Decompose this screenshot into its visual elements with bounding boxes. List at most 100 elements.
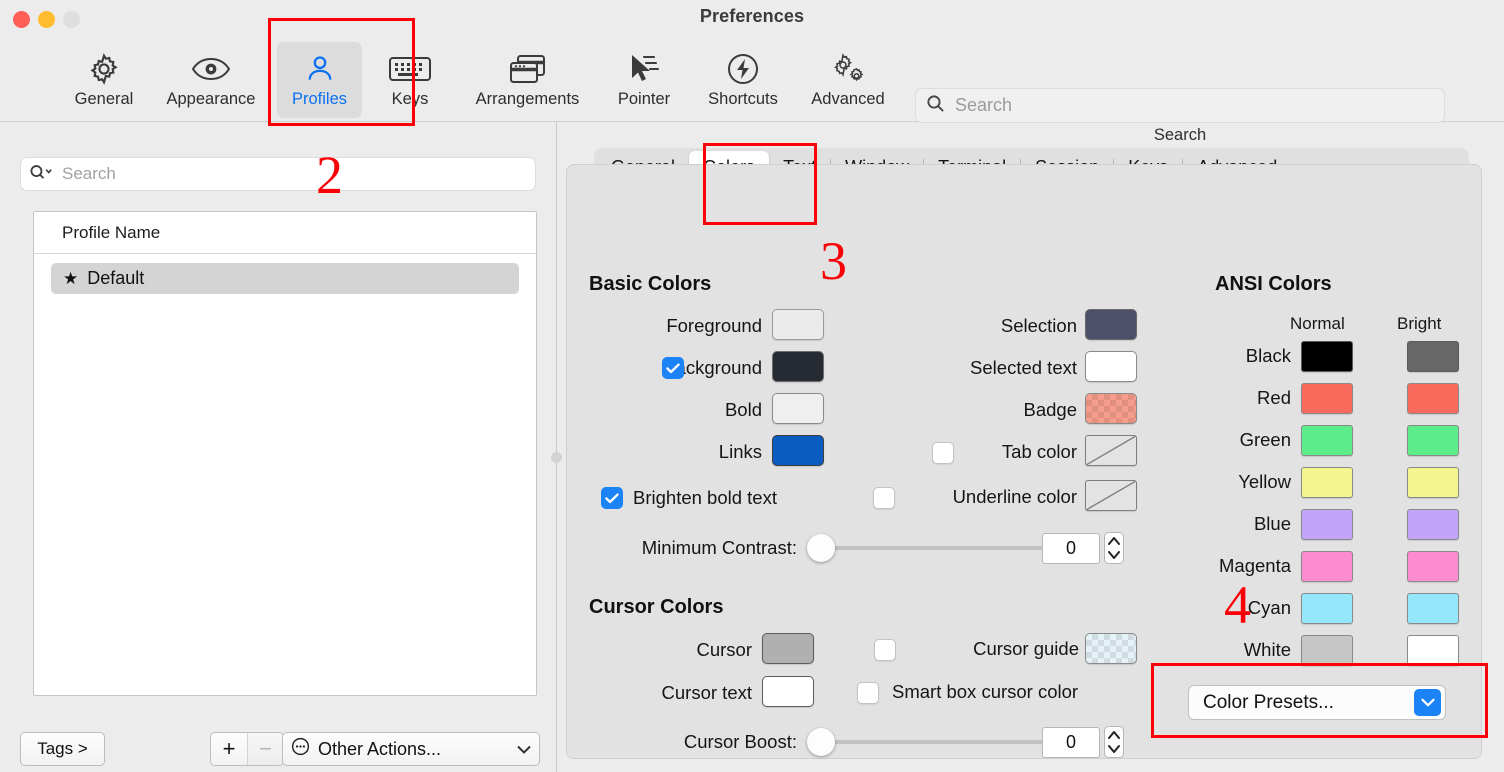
- minimum-contrast-slider-track[interactable]: [812, 546, 1047, 550]
- ellipsis-circle-icon: [291, 737, 310, 761]
- badge-swatch[interactable]: [1085, 393, 1137, 424]
- preferences-window: Preferences General Appearance Profiles …: [0, 0, 1504, 772]
- minimum-contrast-value[interactable]: 0: [1042, 533, 1100, 564]
- search-dropdown-icon[interactable]: [29, 163, 55, 186]
- toolbar-label: General: [74, 90, 134, 108]
- preferences-toolbar: General Appearance Profiles Keys Arrange…: [0, 38, 1504, 144]
- other-actions-label: Other Actions...: [318, 738, 442, 759]
- double-gear-icon: [827, 50, 869, 88]
- toolbar-item-advanced[interactable]: Advanced: [801, 42, 895, 118]
- selected-text-swatch[interactable]: [1085, 351, 1137, 382]
- minimum-contrast-slider-knob[interactable]: [807, 534, 835, 562]
- profile-search-input[interactable]: [62, 164, 512, 184]
- toolbar-item-keys[interactable]: Keys: [366, 42, 454, 118]
- profile-row-default[interactable]: ★ Default: [51, 263, 519, 294]
- ansi-black-normal-swatch[interactable]: [1301, 341, 1353, 372]
- ansi-red-bright-swatch[interactable]: [1407, 383, 1459, 414]
- toolbar-label: Advanced: [811, 90, 885, 108]
- other-actions-dropdown[interactable]: Other Actions...: [282, 732, 540, 766]
- color-presets-label: Color Presets...: [1203, 691, 1334, 713]
- ansi-white-bright-swatch[interactable]: [1407, 635, 1459, 666]
- cursor-guide-swatch[interactable]: [1085, 633, 1137, 664]
- toolbar-label: Pointer: [617, 90, 671, 108]
- underline-color-swatch[interactable]: [1085, 480, 1137, 511]
- foreground-swatch[interactable]: [772, 309, 824, 340]
- toolbar-label: Arrangements: [475, 90, 580, 108]
- ansi-bright-header: Bright: [1397, 314, 1442, 333]
- underline-color-checkbox[interactable]: [873, 487, 895, 509]
- remove-profile-button[interactable]: −: [247, 733, 283, 765]
- colors-panel: Basic Colors Foreground Background Bold …: [566, 164, 1482, 759]
- ansi-row-label-blue: Blue: [1253, 513, 1291, 534]
- ansi-magenta-bright-swatch[interactable]: [1407, 551, 1459, 582]
- ansi-cyan-normal-swatch[interactable]: [1301, 593, 1353, 624]
- cursor-text-swatch[interactable]: [762, 676, 814, 707]
- window-title: Preferences: [699, 6, 805, 26]
- ansi-row-label-cyan: Cyan: [1247, 597, 1291, 618]
- add-remove-segmented: + −: [210, 732, 284, 766]
- toolbar-search-input[interactable]: [955, 95, 1425, 116]
- ansi-blue-normal-swatch[interactable]: [1301, 509, 1353, 540]
- toolbar-item-pointer[interactable]: Pointer: [600, 42, 688, 118]
- bold-checkbox[interactable]: [662, 357, 684, 379]
- selected-text-label: Selected text: [970, 357, 1077, 378]
- cursor-boost-slider-track[interactable]: [812, 740, 1047, 744]
- profiles-sidebar: Profile Name ★ Default Tags > + − Other …: [0, 122, 556, 772]
- ansi-yellow-normal-swatch[interactable]: [1301, 467, 1353, 498]
- cursor-icon: [627, 50, 661, 88]
- ansi-green-bright-swatch[interactable]: [1407, 425, 1459, 456]
- cursor-swatch[interactable]: [762, 633, 814, 664]
- chevron-down-icon: [517, 742, 531, 757]
- basic-colors-title: Basic Colors: [589, 273, 712, 295]
- tags-button[interactable]: Tags >: [20, 732, 105, 766]
- brighten-bold-text-checkbox[interactable]: [601, 487, 623, 509]
- smart-box-cursor-color-checkbox[interactable]: [857, 682, 879, 704]
- bold-swatch[interactable]: [772, 393, 824, 424]
- minimum-contrast-stepper[interactable]: [1103, 531, 1125, 565]
- eye-icon: [191, 50, 231, 88]
- toolbar-search[interactable]: [915, 88, 1445, 123]
- ansi-cyan-bright-swatch[interactable]: [1407, 593, 1459, 624]
- ansi-row-label-white: White: [1243, 639, 1291, 660]
- toolbar-label: Appearance: [166, 90, 256, 108]
- cursor-label: Cursor: [696, 639, 752, 660]
- ansi-red-normal-swatch[interactable]: [1301, 383, 1353, 414]
- ansi-green-normal-swatch[interactable]: [1301, 425, 1353, 456]
- underline-color-label: Underline color: [952, 486, 1077, 507]
- links-swatch[interactable]: [772, 435, 824, 466]
- cursor-guide-checkbox[interactable]: [874, 639, 896, 661]
- background-swatch[interactable]: [772, 351, 824, 382]
- cursor-boost-value[interactable]: 0: [1042, 727, 1100, 758]
- profile-search[interactable]: [20, 157, 536, 191]
- ansi-black-bright-swatch[interactable]: [1407, 341, 1459, 372]
- toolbar-item-profiles[interactable]: Profiles: [277, 42, 362, 118]
- toolbar-item-arrangements[interactable]: Arrangements: [464, 42, 591, 118]
- search-icon: [926, 94, 945, 118]
- brighten-bold-text-label: Brighten bold text: [633, 487, 777, 508]
- ansi-white-normal-swatch[interactable]: [1301, 635, 1353, 666]
- ansi-blue-bright-swatch[interactable]: [1407, 509, 1459, 540]
- cursor-colors-title: Cursor Colors: [589, 596, 724, 618]
- ansi-colors-title: ANSI Colors: [1215, 273, 1332, 295]
- color-presets-dropdown[interactable]: Color Presets...: [1188, 685, 1446, 720]
- ansi-magenta-normal-swatch[interactable]: [1301, 551, 1353, 582]
- tab-color-label: Tab color: [1001, 441, 1077, 462]
- toolbar-item-shortcuts[interactable]: Shortcuts: [697, 42, 789, 118]
- profile-row-label: Default: [87, 268, 145, 288]
- toolbar-item-appearance[interactable]: Appearance: [165, 42, 257, 118]
- minimum-contrast-label: Minimum Contrast:: [641, 537, 797, 558]
- ansi-yellow-bright-swatch[interactable]: [1407, 467, 1459, 498]
- person-icon: [304, 50, 336, 88]
- cursor-boost-stepper[interactable]: [1103, 725, 1125, 759]
- profiles-main-panel: General Colors Text Window Terminal Sess…: [556, 122, 1504, 772]
- cursor-boost-label: Cursor Boost:: [683, 731, 797, 752]
- cursor-boost-slider-knob[interactable]: [807, 728, 835, 756]
- tab-color-swatch[interactable]: [1085, 435, 1137, 466]
- selection-swatch[interactable]: [1085, 309, 1137, 340]
- add-profile-button[interactable]: +: [211, 733, 247, 765]
- windows-icon: [508, 50, 548, 88]
- tab-color-checkbox[interactable]: [932, 442, 954, 464]
- toolbar-item-general[interactable]: General: [58, 42, 150, 118]
- chevron-down-icon[interactable]: [1414, 689, 1441, 716]
- ansi-row-label-magenta: Magenta: [1219, 555, 1291, 576]
